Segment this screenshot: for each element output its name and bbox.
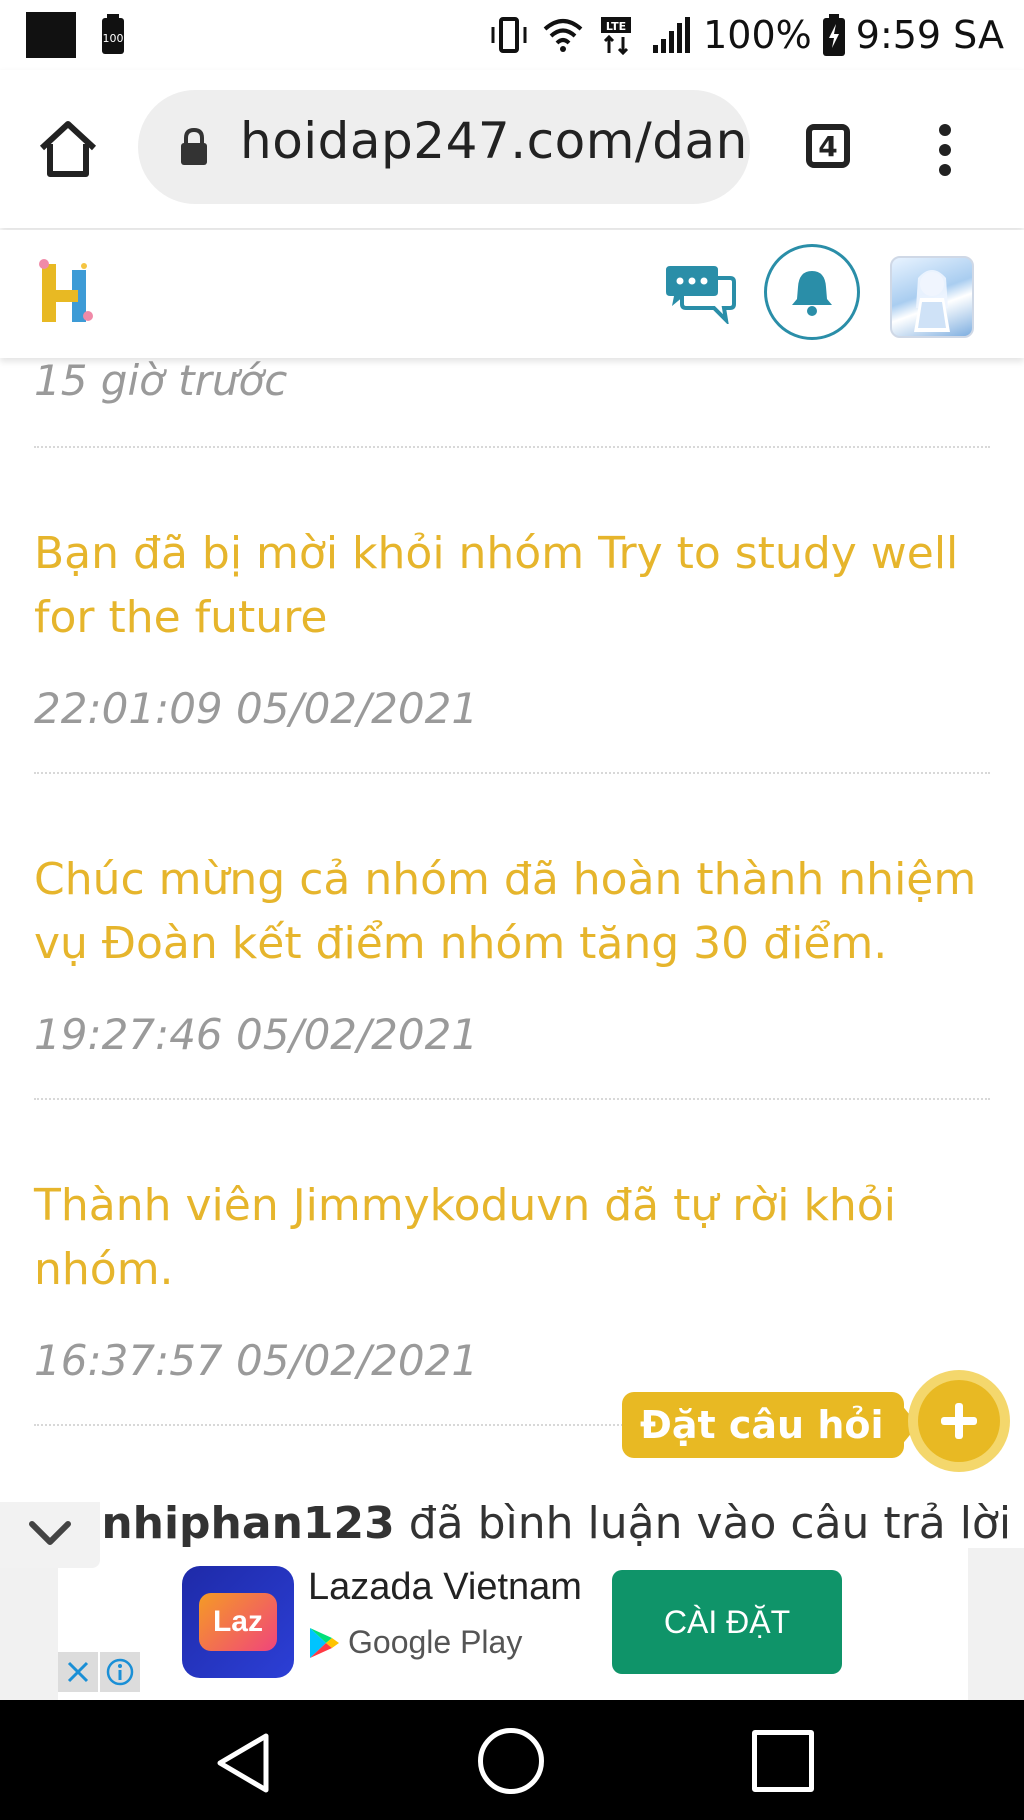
battery-saver-icon: 100 xyxy=(102,14,124,54)
close-icon xyxy=(67,1661,89,1683)
status-bar: 100 LTE 100% 9:59 SA xyxy=(0,0,1024,70)
notification-time: 19:27:46 05/02/2021 xyxy=(34,1010,479,1059)
status-icons: LTE 100% 9:59 SA xyxy=(487,10,1004,60)
notification-app-icon xyxy=(26,12,76,58)
collapse-ad-button[interactable] xyxy=(0,1502,100,1568)
ad-store: Google Play xyxy=(308,1624,522,1661)
battery-charging-icon xyxy=(822,14,845,56)
plus-icon xyxy=(941,1403,977,1439)
site-logo[interactable] xyxy=(34,256,98,328)
home-nav-icon[interactable] xyxy=(478,1728,544,1794)
system-nav-bar xyxy=(0,1700,1024,1820)
svg-text:100: 100 xyxy=(103,32,124,45)
url-text: hoidap247.com/danh xyxy=(240,112,750,170)
lazada-app-icon[interactable]: Laz xyxy=(182,1566,294,1678)
clock: 9:59 SA xyxy=(855,13,1004,57)
comment-username: hnhiphan123 xyxy=(70,1498,395,1548)
ad-info-button[interactable] xyxy=(100,1652,140,1692)
wifi-icon xyxy=(543,19,583,52)
install-button[interactable]: CÀI ĐẶT xyxy=(612,1570,842,1674)
ask-question-button[interactable]: Đặt câu hỏi xyxy=(622,1392,904,1458)
address-bar[interactable]: hoidap247.com/danh xyxy=(138,90,750,204)
bell-icon xyxy=(792,271,832,316)
more-options-icon[interactable] xyxy=(930,120,960,180)
divider xyxy=(34,446,990,448)
ad-app-name: Lazada Vietnam xyxy=(308,1566,582,1608)
svg-text:LTE: LTE xyxy=(606,20,626,33)
notification-item[interactable]: Chúc mừng cả nhóm đã hoàn thành nhiệm vụ… xyxy=(34,848,984,976)
divider xyxy=(34,772,990,774)
tab-switcher-button[interactable]: 4 xyxy=(806,124,850,168)
google-play-icon xyxy=(310,1627,339,1658)
user-avatar[interactable] xyxy=(890,256,974,338)
lazada-logo-text: Laz xyxy=(199,1593,277,1651)
lte-data-icon: LTE xyxy=(601,17,632,55)
battery-percent: 100% xyxy=(703,13,812,57)
notification-item[interactable]: hnhiphan123 đã bình luận vào câu trả lời xyxy=(70,1498,1011,1548)
ad-close-button[interactable] xyxy=(58,1652,98,1692)
notification-item[interactable]: Thành viên Jimmykoduvn đã tự rời khỏi nh… xyxy=(34,1174,984,1302)
notification-feed: 15 giờ trước Bạn đã bị mời khỏi nhóm Try… xyxy=(0,358,1024,1548)
ask-question-fab[interactable] xyxy=(908,1370,1010,1472)
recent-apps-icon[interactable] xyxy=(752,1730,814,1792)
info-icon xyxy=(106,1658,134,1686)
chevron-down-icon xyxy=(29,1521,71,1545)
notification-item[interactable]: Bạn đã bị mời khỏi nhóm Try to study wel… xyxy=(34,522,984,650)
chat-icon[interactable] xyxy=(664,262,738,324)
notification-time: 22:01:09 05/02/2021 xyxy=(34,684,479,733)
notifications-button[interactable] xyxy=(764,244,860,340)
notification-time: 16:37:57 05/02/2021 xyxy=(34,1336,479,1385)
comment-text: đã bình luận vào câu trả lời xyxy=(394,1498,1012,1548)
divider xyxy=(34,1098,990,1100)
home-icon[interactable] xyxy=(36,118,100,182)
vibrate-icon xyxy=(491,17,527,53)
browser-toolbar: hoidap247.com/danh 4 xyxy=(0,70,1024,228)
lock-icon xyxy=(181,127,207,165)
back-icon[interactable] xyxy=(210,1728,280,1798)
signal-icon xyxy=(653,17,691,53)
ad-banner: Laz Lazada Vietnam Google Play CÀI ĐẶT xyxy=(0,1548,1024,1700)
ad-content[interactable]: Laz Lazada Vietnam Google Play CÀI ĐẶT xyxy=(58,1548,968,1700)
site-header xyxy=(0,230,1024,358)
avatar-illustration xyxy=(914,270,950,332)
notification-time: 15 giờ trước xyxy=(34,358,288,405)
store-name: Google Play xyxy=(348,1624,523,1660)
